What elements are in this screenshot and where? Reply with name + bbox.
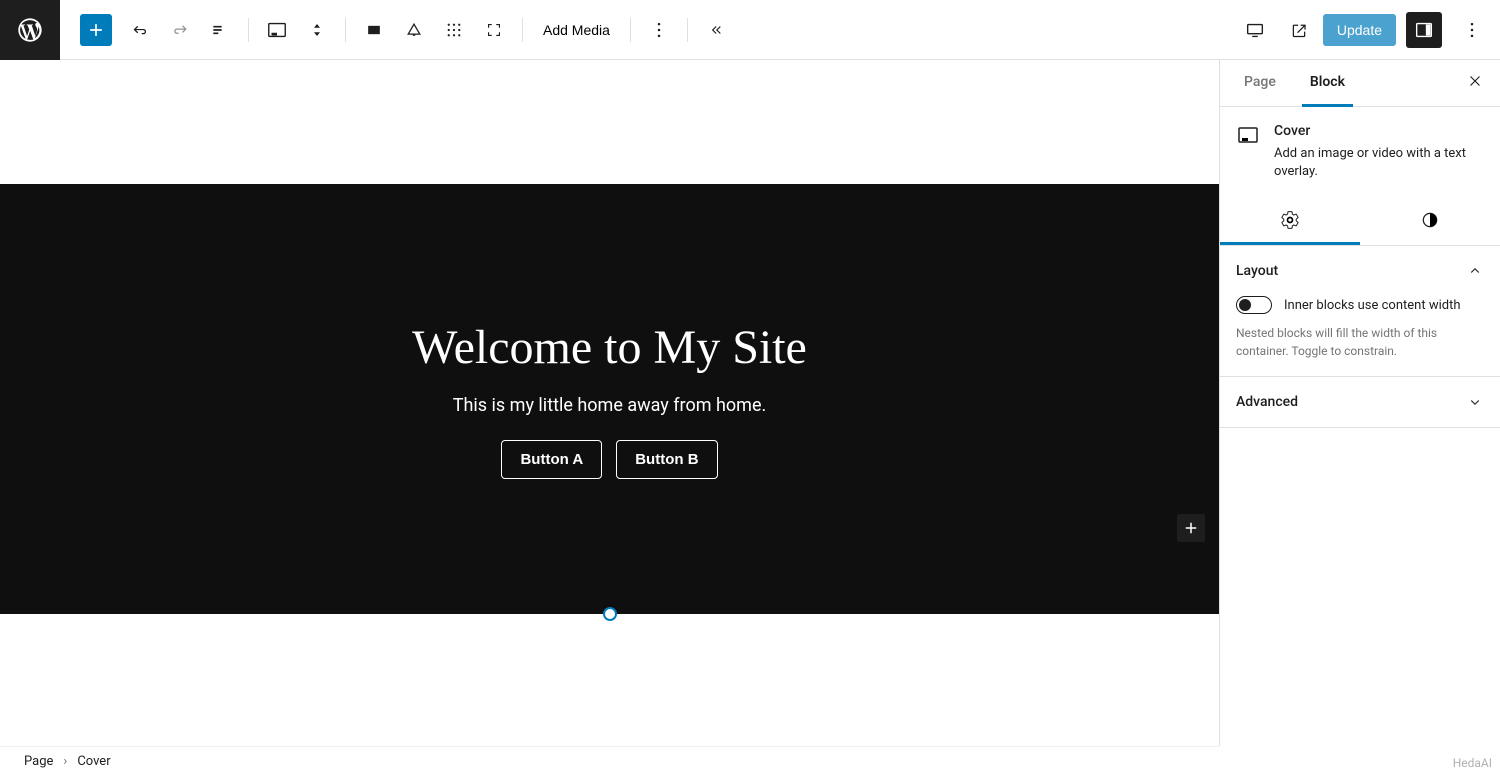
chevron-down-icon: [1466, 393, 1484, 411]
sidebar-close-button[interactable]: [1466, 72, 1484, 94]
panel-advanced-title: Advanced: [1236, 394, 1298, 410]
toolbar-left: Add Media: [60, 12, 1227, 48]
main-wrap: Welcome to My Site This is my little hom…: [0, 60, 1500, 746]
block-title: Cover: [1274, 123, 1484, 139]
redo-button[interactable]: [162, 12, 198, 48]
panel-layout-body: Inner blocks use content width Nested bl…: [1236, 296, 1484, 360]
external-link-button[interactable]: [1281, 12, 1317, 48]
editor-canvas[interactable]: Welcome to My Site This is my little hom…: [0, 60, 1219, 746]
position-icon: [404, 20, 424, 40]
plus-icon-inner: [1182, 519, 1200, 537]
cover-inner-add-button[interactable]: [1177, 514, 1205, 542]
chevron-up-down-icon: [308, 19, 326, 41]
sidebar-icon: [1413, 19, 1435, 41]
view-button[interactable]: [1237, 12, 1273, 48]
plus-icon: [86, 20, 106, 40]
sub-tabs: [1220, 197, 1500, 246]
cover-icon-large: [1236, 123, 1260, 147]
toolbar-right: Update: [1227, 12, 1500, 48]
block-desc: Add an image or video with a text overla…: [1274, 145, 1484, 181]
cover-button-a[interactable]: Button A: [501, 440, 602, 479]
toolbar-divider-2: [345, 18, 346, 42]
layout-help-text: Nested blocks will fill the width of thi…: [1236, 324, 1484, 360]
sub-tab-styles[interactable]: [1360, 197, 1500, 245]
content-width-toggle[interactable]: [1236, 296, 1272, 314]
sub-tab-settings[interactable]: [1220, 197, 1360, 245]
block-header-text: Cover Add an image or video with a text …: [1274, 123, 1484, 181]
cover-title[interactable]: Welcome to My Site: [412, 320, 807, 375]
cover-block[interactable]: Welcome to My Site This is my little hom…: [0, 184, 1219, 614]
sidebar-toggle-button[interactable]: [1406, 12, 1442, 48]
grid-dots-icon: [445, 21, 463, 39]
toolbar-divider: [248, 18, 249, 42]
toggle-knob: [1239, 299, 1251, 311]
top-toolbar: Add Media Update: [0, 0, 1500, 60]
gear-icon: [1280, 210, 1300, 230]
more-options-button[interactable]: [641, 12, 677, 48]
collapse-toolbar-button[interactable]: [698, 12, 734, 48]
kebab-icon: [649, 20, 669, 40]
toggle-row: Inner blocks use content width: [1236, 296, 1484, 314]
content-position-button[interactable]: [396, 12, 432, 48]
fullscreen-icon: [485, 21, 503, 39]
chevron-up-icon: [1466, 262, 1484, 280]
toolbar-divider-4: [630, 18, 631, 42]
sidebar-tabs: Page Block: [1220, 60, 1500, 107]
cover-subtitle[interactable]: This is my little home away from home.: [453, 395, 767, 416]
close-icon: [1466, 72, 1484, 90]
panel-advanced: Advanced: [1220, 377, 1500, 428]
wordpress-icon: [16, 16, 44, 44]
cover-icon: [266, 19, 288, 41]
panel-layout: Layout Inner blocks use content width Ne…: [1220, 246, 1500, 377]
block-header: Cover Add an image or video with a text …: [1220, 107, 1500, 197]
chevron-double-left-icon: [706, 20, 726, 40]
move-up-down-button[interactable]: [299, 12, 335, 48]
external-icon: [1289, 20, 1309, 40]
right-sidebar: Page Block Cover Add an image or video w…: [1219, 60, 1500, 746]
panel-advanced-header[interactable]: Advanced: [1236, 393, 1484, 411]
redo-icon: [170, 20, 190, 40]
breadcrumb-current[interactable]: Cover: [77, 754, 110, 769]
contrast-icon: [1420, 210, 1440, 230]
cover-buttons: Button A Button B: [501, 440, 717, 479]
toolbar-divider-3: [522, 18, 523, 42]
undo-button[interactable]: [122, 12, 158, 48]
add-block-button[interactable]: [80, 14, 112, 46]
add-media-button[interactable]: Add Media: [531, 16, 622, 44]
options-button[interactable]: [1454, 12, 1490, 48]
desktop-icon: [1244, 19, 1266, 41]
breadcrumb-page[interactable]: Page: [24, 754, 53, 769]
wordpress-logo[interactable]: [0, 0, 60, 60]
align-button[interactable]: [356, 12, 392, 48]
panel-layout-title: Layout: [1236, 263, 1278, 279]
toolbar-divider-5: [687, 18, 688, 42]
fullscreen-button[interactable]: [476, 12, 512, 48]
footer-brand: HedaAI: [1453, 756, 1492, 770]
block-cover-button[interactable]: [259, 12, 295, 48]
block-header-icon: [1236, 123, 1260, 151]
tab-block[interactable]: Block: [1302, 60, 1353, 107]
cover-button-b[interactable]: Button B: [616, 440, 717, 479]
align-full-icon: [364, 20, 384, 40]
cover-resize-handle[interactable]: [603, 607, 617, 621]
grid-button[interactable]: [436, 12, 472, 48]
panel-layout-header[interactable]: Layout: [1236, 262, 1484, 280]
undo-icon: [130, 20, 150, 40]
toggle-label: Inner blocks use content width: [1284, 298, 1461, 313]
breadcrumb-sep: ›: [63, 754, 67, 769]
update-button[interactable]: Update: [1323, 14, 1396, 46]
list-icon: [210, 20, 230, 40]
document-overview-button[interactable]: [202, 12, 238, 48]
tab-page[interactable]: Page: [1236, 60, 1284, 107]
breadcrumb: Page › Cover: [0, 746, 1219, 776]
kebab-icon-2: [1462, 20, 1482, 40]
